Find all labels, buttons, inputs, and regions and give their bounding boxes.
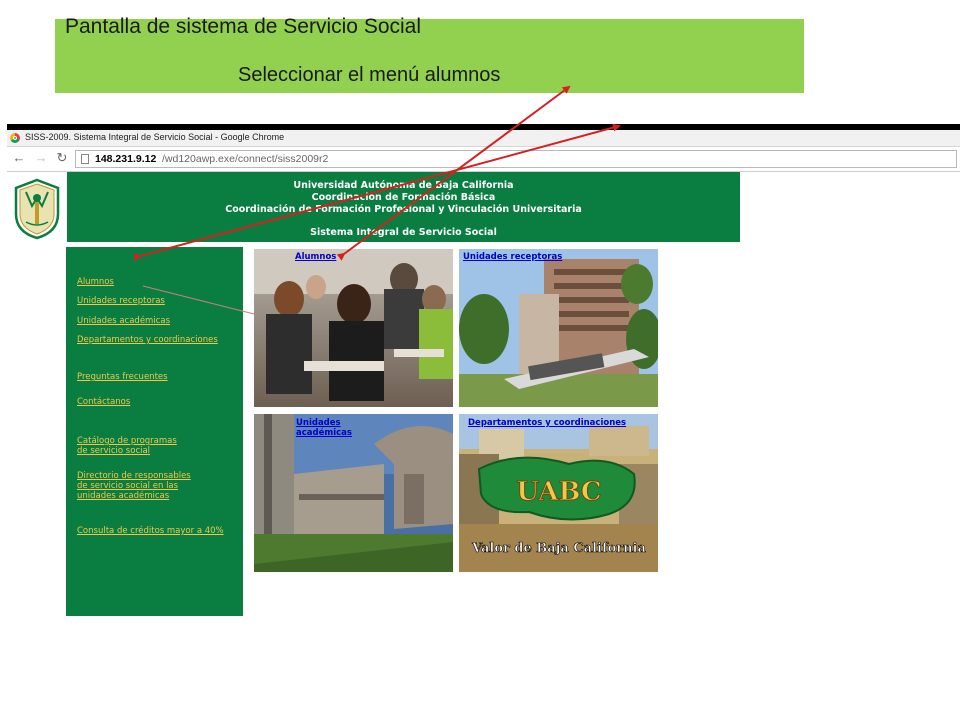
tile-departamentos[interactable]: UABC Valor de Baja California Departamen… bbox=[459, 414, 658, 572]
uabc-logo-text: UABC bbox=[516, 477, 601, 507]
browser-titlebar[interactable]: SISS-2009. Sistema Integral de Servicio … bbox=[7, 130, 960, 147]
tile-alumnos[interactable]: Alumnos bbox=[254, 249, 453, 407]
sidebar-menu: Alumnos Unidades receptoras Unidades aca… bbox=[66, 247, 243, 616]
sidebar-item-directorio[interactable]: Directorio de responsables de servicio s… bbox=[77, 471, 191, 501]
chrome-icon bbox=[10, 133, 20, 143]
header-system-name: Sistema Integral de Servicio Social bbox=[310, 227, 497, 238]
sidebar-item-unidades-academicas[interactable]: Unidades académicas bbox=[77, 316, 170, 326]
sidebar-item-consulta-creditos[interactable]: Consulta de créditos mayor a 40% bbox=[77, 526, 224, 536]
reload-icon[interactable]: ↻ bbox=[55, 151, 69, 165]
address-bar[interactable]: 148.231.9.12 /wd120awp.exe/connect/siss2… bbox=[75, 150, 957, 168]
forward-arrow-icon[interactable]: → bbox=[34, 151, 48, 165]
annotation-banner: Pantalla de sistema de Servicio Social S… bbox=[55, 15, 804, 93]
header-coord-basica: Coordinación de Formación Básica bbox=[311, 192, 496, 203]
tile-unidades-receptoras-link[interactable]: Unidades receptoras bbox=[463, 252, 562, 262]
browser-toolbar: ← → ↻ 148.231.9.12 /wd120awp.exe/connect… bbox=[7, 147, 960, 172]
url-path: /wd120awp.exe/connect/siss2009r2 bbox=[162, 153, 329, 165]
page-icon bbox=[81, 154, 89, 164]
students-photo bbox=[254, 249, 453, 407]
building-photo bbox=[459, 249, 658, 407]
sidebar-item-departamentos[interactable]: Departamentos y coordinaciones bbox=[77, 335, 218, 345]
site-header: Universidad Autónoma de Baja California … bbox=[67, 172, 740, 242]
banner-title: Pantalla de sistema de Servicio Social bbox=[65, 15, 422, 38]
uabc-collage-photo: UABC Valor de Baja California bbox=[459, 414, 658, 572]
banner-subtitle: Seleccionar el menú alumnos bbox=[238, 64, 501, 86]
sidebar-item-contactanos[interactable]: Contáctanos bbox=[77, 397, 130, 407]
sidebar-item-catalogo[interactable]: Catálogo de programas de servicio social bbox=[77, 436, 177, 456]
uabc-slogan: Valor de Baja California bbox=[471, 541, 646, 556]
uabc-logo bbox=[14, 178, 60, 240]
tile-unidades-academicas[interactable]: Unidades académicas bbox=[254, 414, 453, 572]
header-university: Universidad Autónoma de Baja California bbox=[293, 180, 514, 191]
window-title: SISS-2009. Sistema Integral de Servicio … bbox=[25, 132, 285, 142]
sidebar-item-alumnos[interactable]: Alumnos bbox=[77, 277, 114, 287]
tile-departamentos-link[interactable]: Departamentos y coordinaciones bbox=[468, 418, 626, 428]
tile-alumnos-link[interactable]: Alumnos bbox=[295, 252, 336, 262]
tile-unidades-receptoras[interactable]: Unidades receptoras bbox=[459, 249, 658, 407]
tile-unidades-academicas-link[interactable]: Unidades académicas bbox=[296, 418, 352, 438]
sidebar-item-preguntas-frecuentes[interactable]: Preguntas frecuentes bbox=[77, 372, 168, 382]
header-coord-profesional: Coordinación de Formación Profesional y … bbox=[225, 204, 582, 215]
url-host: 148.231.9.12 bbox=[95, 153, 157, 165]
back-arrow-icon[interactable]: ← bbox=[12, 151, 26, 165]
sidebar-item-unidades-receptoras[interactable]: Unidades receptoras bbox=[77, 296, 165, 306]
campus-photo bbox=[254, 414, 453, 572]
